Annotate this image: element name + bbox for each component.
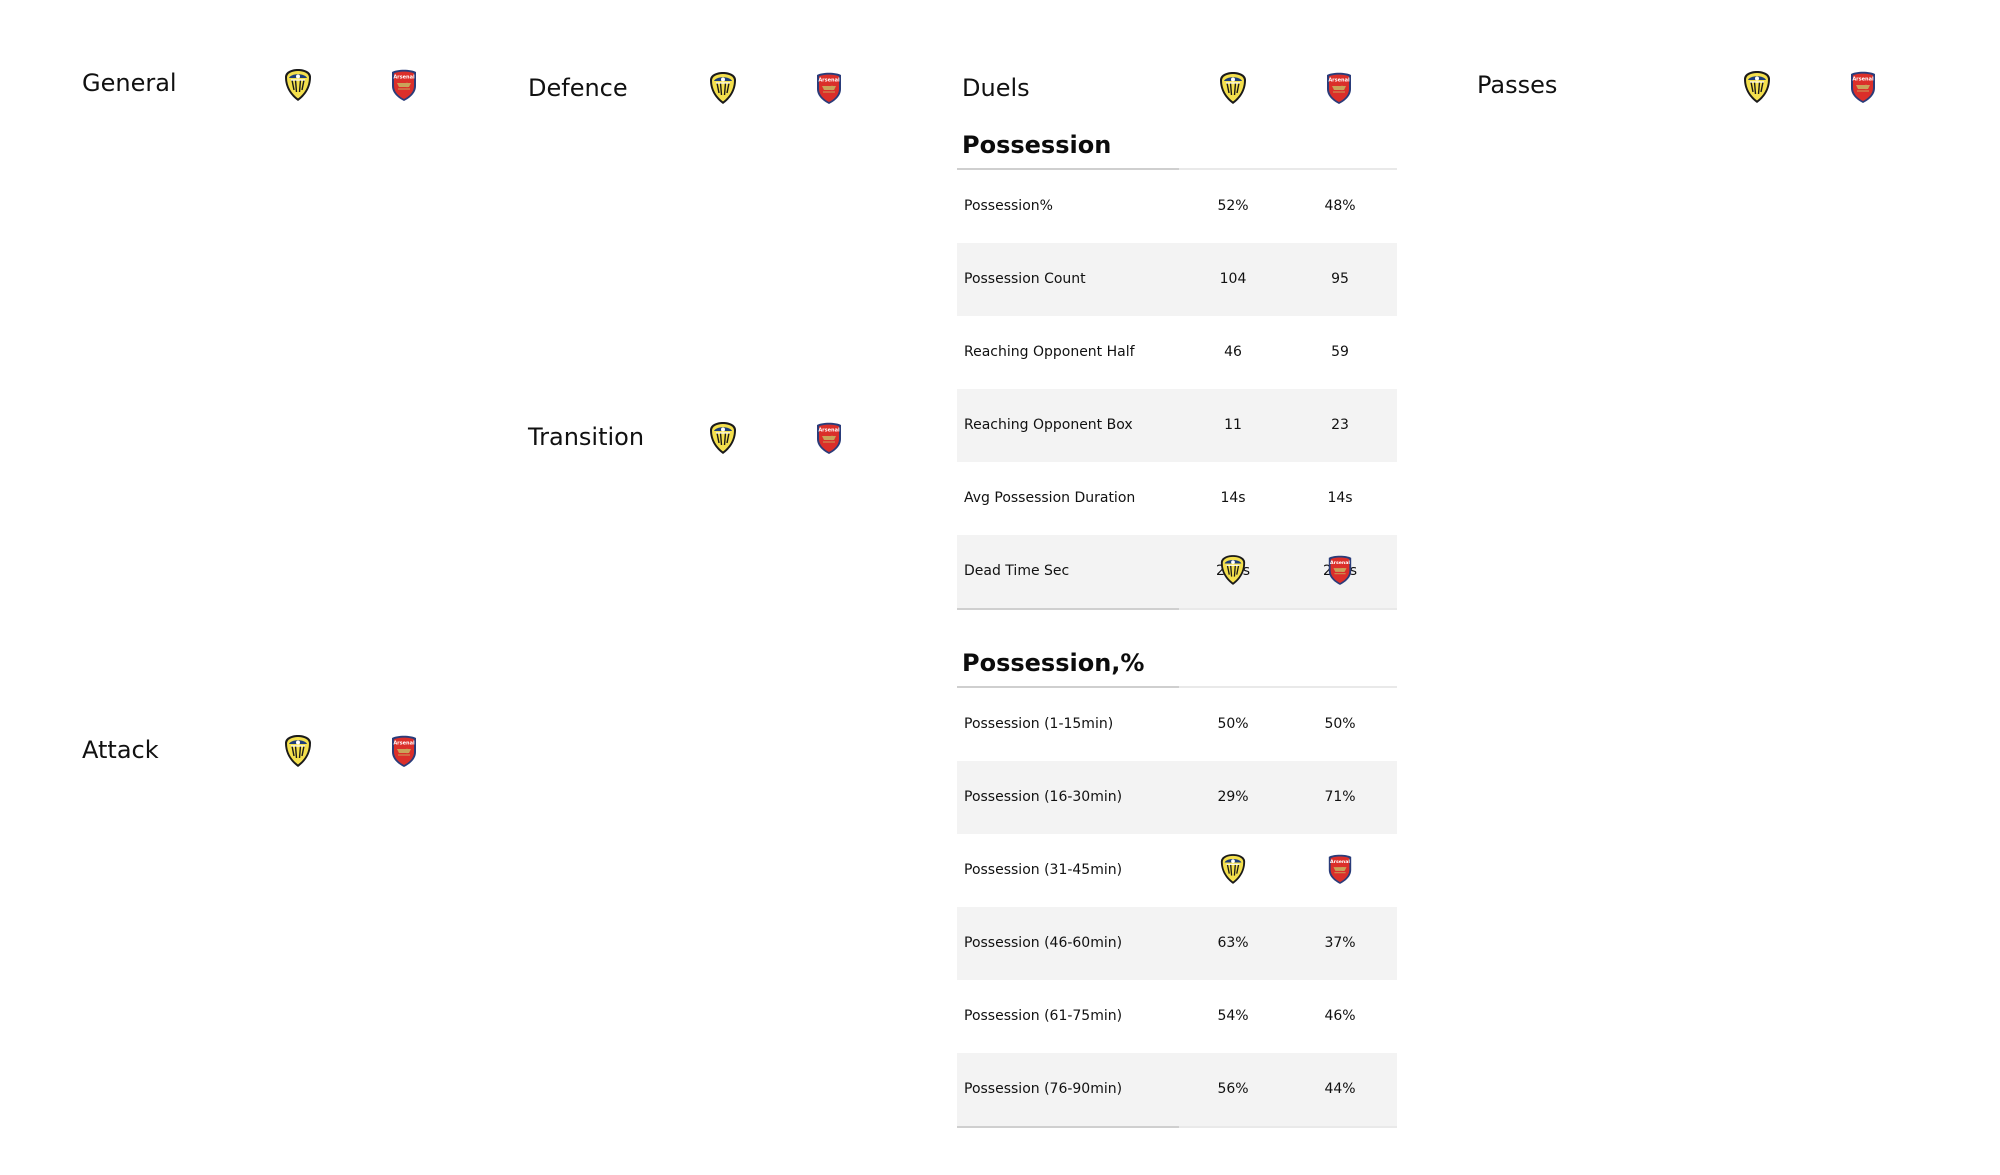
away-value: 48% — [1324, 198, 1356, 214]
section-general-header: General — [82, 63, 422, 103]
table-row: Possession (76-90min) 56% 44% — [957, 1053, 1397, 1126]
table-row: Reaching Opponent Box 11 23 — [957, 389, 1397, 462]
away-value: 71% — [1324, 789, 1356, 805]
arsenal-crest-icon — [814, 421, 844, 455]
arsenal-crest-icon — [389, 68, 419, 102]
table-row: Possession% 52% 48% — [957, 170, 1397, 243]
section-title: Passes — [1477, 71, 1558, 99]
leeds-crest-icon — [708, 421, 738, 455]
table-row: Possession (46-60min) 63% 37% — [957, 907, 1397, 980]
home-value: 63% — [1217, 935, 1249, 951]
arsenal-crest-icon — [1324, 71, 1354, 105]
home-value: 54% — [1217, 1008, 1249, 1024]
away-value: 14s — [1327, 490, 1353, 506]
home-value: 11 — [1224, 417, 1242, 433]
arsenal-crest-icon — [1848, 70, 1878, 104]
away-value: 59 — [1331, 344, 1349, 360]
section-defence-header: Defence — [528, 68, 868, 108]
section-duels-header: Duels — [962, 68, 1382, 108]
possession-pct-rows: Possession (1-15min) 50% 50% Possession (16… — [957, 688, 1397, 1126]
home-value: 52% — [1217, 198, 1249, 214]
leeds-crest-icon — [283, 734, 313, 768]
table-row: Dead Time Sec2, 2s2, 2s — [957, 535, 1397, 608]
leeds-crest-icon — [1219, 853, 1247, 885]
stat-label: Possession (31-45min) — [964, 862, 1123, 878]
table-row: Possession (1-15min) 50% 50% — [957, 688, 1397, 761]
leeds-crest-icon — [1742, 70, 1772, 104]
section-passes-header: Passes — [1477, 65, 1897, 105]
arsenal-crest-icon — [389, 734, 419, 768]
stat-label: Possession Count — [964, 271, 1086, 287]
away-value: 44% — [1324, 1081, 1356, 1097]
stat-label: Possession (1-15min) — [964, 716, 1114, 732]
away-value: 23 — [1331, 417, 1349, 433]
stat-label: Possession (16-30min) — [964, 789, 1123, 805]
home-value: 104 — [1219, 271, 1247, 287]
leeds-crest-icon — [283, 68, 313, 102]
away-value: 46% — [1324, 1008, 1356, 1024]
stat-label: Possession (61-75min) — [964, 1008, 1123, 1024]
table-row: Reaching Opponent Half 46 59 — [957, 316, 1397, 389]
divider — [957, 1126, 1397, 1128]
section-title: Duels — [962, 74, 1030, 102]
stat-label: Avg Possession Duration — [964, 490, 1136, 506]
section-title: Transition — [528, 423, 645, 451]
section-title: Attack — [82, 736, 159, 764]
table-row: Possession (61-75min) 54% 46% — [957, 980, 1397, 1053]
possession-stats-table: Possession Possession% 52% 48% Possession C… — [957, 122, 1397, 1128]
table-row: Avg Possession Duration 14s 14s — [957, 462, 1397, 535]
arsenal-crest-icon — [1326, 853, 1354, 885]
home-value: 50% — [1217, 716, 1249, 732]
home-value: 29% — [1217, 789, 1249, 805]
stat-label: Possession% — [964, 198, 1053, 214]
arsenal-crest-icon — [1326, 554, 1354, 586]
possession-rows: Possession% 52% 48% Possession Count 104 95 Re… — [957, 170, 1397, 608]
possession-table-title: Possession — [962, 131, 1112, 159]
stat-label: Reaching Opponent Box — [964, 417, 1133, 433]
away-value: 37% — [1324, 935, 1356, 951]
section-title: Defence — [528, 74, 628, 102]
possession-pct-table-title: Possession,% — [962, 649, 1145, 677]
stat-label: Possession (46-60min) — [964, 935, 1123, 951]
section-transition-header: Transition — [528, 417, 868, 457]
stat-label: Reaching Opponent Half — [964, 344, 1135, 360]
away-value: 95 — [1331, 271, 1349, 287]
stat-label: Dead Time Sec — [964, 563, 1070, 579]
table-row: Possession (31-45min) % % — [957, 834, 1397, 907]
leeds-crest-icon — [1218, 71, 1248, 105]
table-row: Possession Count 104 95 — [957, 243, 1397, 316]
section-title: General — [82, 69, 177, 97]
home-value: 14s — [1220, 490, 1246, 506]
table-row: Possession (16-30min) 29% 71% — [957, 761, 1397, 834]
home-value: 56% — [1217, 1081, 1249, 1097]
arsenal-crest-icon — [814, 71, 844, 105]
section-attack-header: Attack — [82, 730, 422, 770]
stat-label: Possession (76-90min) — [964, 1081, 1123, 1097]
home-value: 46 — [1224, 344, 1242, 360]
leeds-crest-icon — [1219, 554, 1247, 586]
divider — [957, 608, 1397, 610]
away-value: 50% — [1324, 716, 1356, 732]
leeds-crest-icon — [708, 71, 738, 105]
